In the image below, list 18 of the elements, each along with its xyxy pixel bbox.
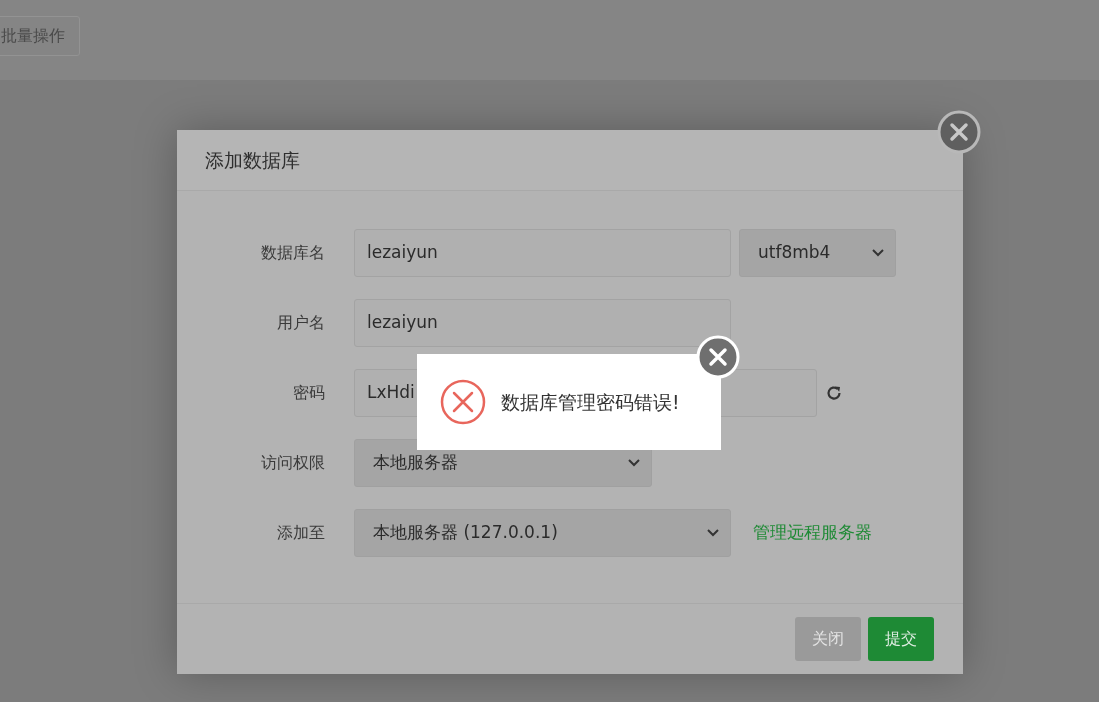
error-icon	[439, 378, 487, 426]
refresh-icon[interactable]	[825, 384, 843, 402]
caret-icon	[627, 458, 641, 468]
caret-icon	[706, 528, 720, 538]
input-field[interactable]: lezaiyun	[354, 229, 731, 277]
field-label: 用户名	[276, 312, 325, 334]
select-field[interactable]: 本地服务器 (127.0.0.1)	[354, 509, 731, 557]
close-icon[interactable]	[937, 110, 981, 154]
field-label: 访问权限	[260, 452, 325, 474]
caret-icon	[871, 248, 885, 258]
dialog-title: 添加数据库	[177, 130, 963, 191]
input-field[interactable]: lezaiyun	[354, 299, 731, 347]
submit-button[interactable]: 提交	[868, 617, 934, 661]
error-message: 数据库管理密码错误!	[501, 389, 680, 415]
select-field[interactable]: utf8mb4	[739, 229, 896, 277]
field-label: 添加至	[276, 522, 325, 544]
field-label: 数据库名	[260, 242, 325, 264]
field-label: 密码	[292, 382, 325, 404]
